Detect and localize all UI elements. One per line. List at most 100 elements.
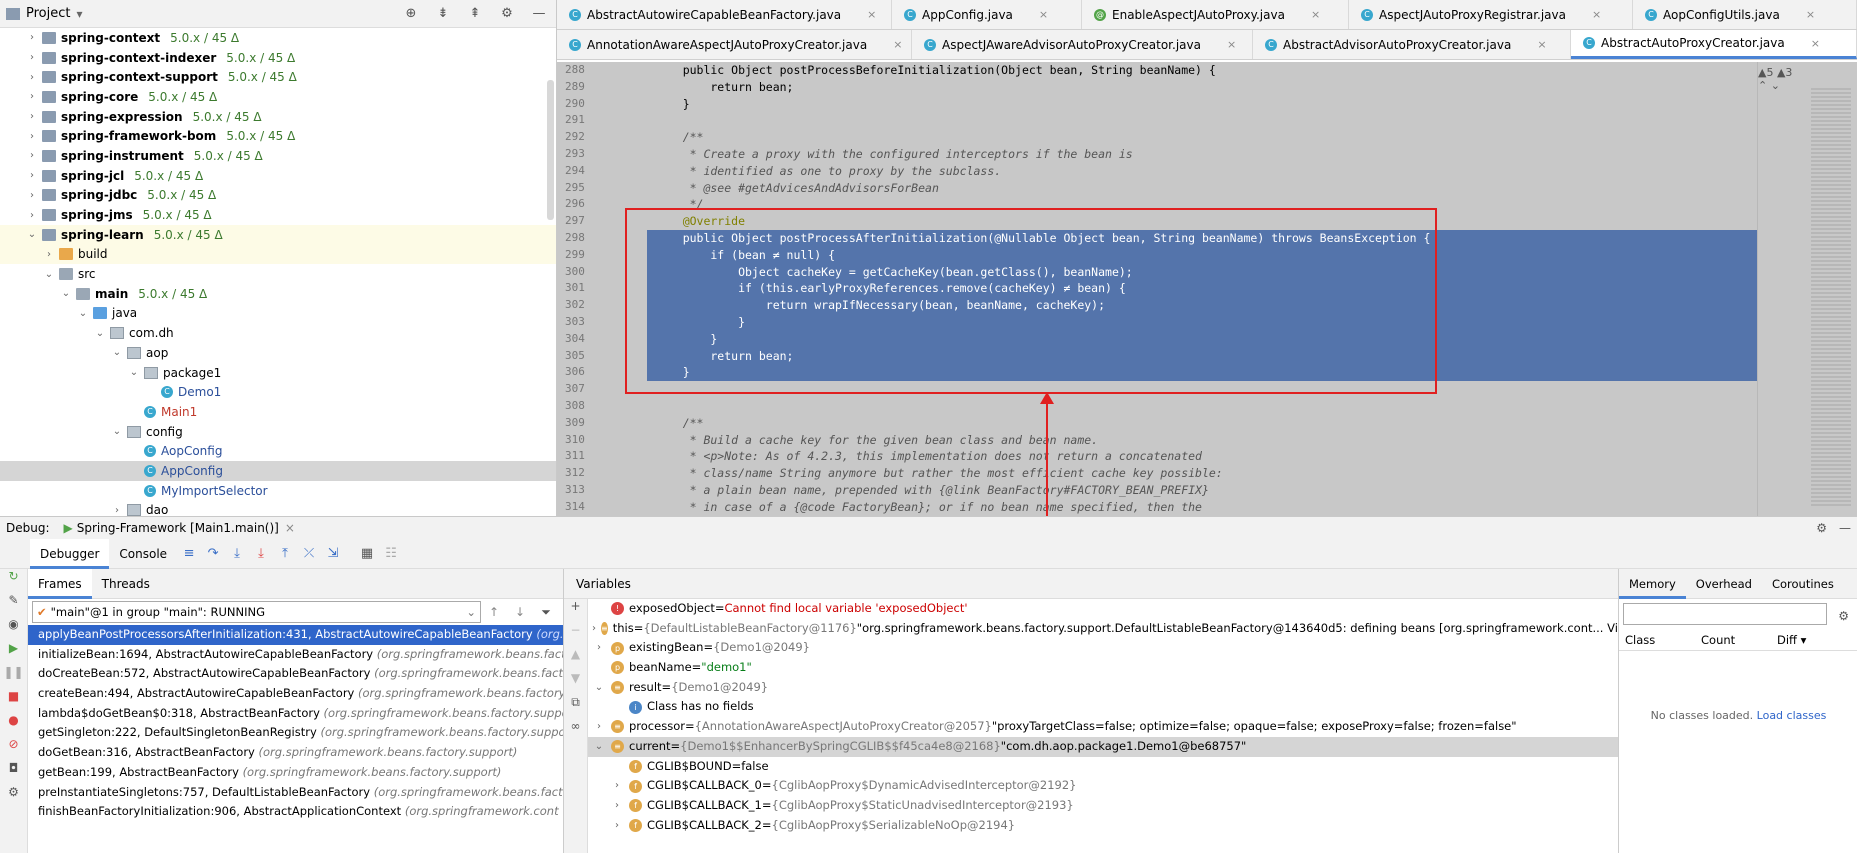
tree-item[interactable]: ⌄ config — [0, 422, 556, 442]
variable-row[interactable]: › f CGLIB$CALLBACK_2 = {CglibAopProxy$Seri… — [588, 816, 1618, 836]
view-breakpoints-icon[interactable]: ● — [0, 713, 27, 737]
expand-toggle-icon[interactable]: › — [610, 776, 624, 796]
tree-item[interactable]: › spring-context 5.0.x / 45 Δ — [0, 28, 556, 48]
tree-item[interactable]: C Main1 — [0, 402, 556, 422]
tree-item[interactable]: › spring-instrument 5.0.x / 45 Δ — [0, 146, 556, 166]
variable-row[interactable]: › f CGLIB$CALLBACK_0 = {CglibAopProxy$Dyna… — [588, 776, 1618, 796]
stack-frame[interactable]: finishBeanFactoryInitialization:906, Abs… — [28, 802, 563, 822]
trace-icon[interactable]: ☷ — [379, 546, 403, 561]
tree-item[interactable]: C MyImportSelector — [0, 481, 556, 501]
col-diff[interactable]: Diff ▾ — [1771, 629, 1806, 650]
pause-icon[interactable]: ❚❚ — [0, 665, 27, 689]
tab-frames[interactable]: Frames — [28, 568, 92, 599]
stop-icon[interactable]: ■ — [0, 689, 27, 713]
chevron-icon[interactable]: › — [25, 52, 39, 63]
code-line[interactable]: } — [647, 96, 1757, 113]
code-line[interactable]: /** — [647, 415, 1757, 432]
code-line[interactable]: * a plain bean name, prepended with {@li… — [647, 482, 1757, 499]
resume-icon[interactable]: ▶ — [0, 641, 27, 665]
editor-tab[interactable]: C AppConfig.java × — [892, 0, 1082, 29]
stack-frame[interactable]: doCreateBean:572, AbstractAutowireCapabl… — [28, 664, 563, 684]
code-line[interactable]: public Object postProcessBeforeInitializ… — [647, 62, 1757, 79]
expand-toggle-icon[interactable]: › — [592, 638, 606, 658]
tree-item[interactable]: ⌄ main 5.0.x / 45 Δ — [0, 284, 556, 304]
editor-tab[interactable]: C AnnotationAwareAspectJAutoProxyCreator.… — [557, 30, 912, 59]
tab-overhead[interactable]: Overhead — [1686, 569, 1762, 599]
editor-tab[interactable]: @ EnableAspectJAutoProxy.java × — [1082, 0, 1349, 29]
code-line[interactable]: return bean; — [647, 79, 1757, 96]
chevron-icon[interactable]: › — [25, 190, 39, 201]
stack-frame[interactable]: getBean:199, AbstractBeanFactory (org.sp… — [28, 763, 563, 783]
expand-toggle-icon[interactable]: › — [610, 816, 624, 836]
project-title[interactable]: Project — [26, 6, 70, 21]
move-down-icon[interactable]: ▼ — [564, 671, 587, 695]
camera-icon[interactable]: ◘ — [0, 761, 27, 785]
debug-session-tab[interactable]: Spring-Framework [Main1.main()] — [77, 521, 279, 535]
stack-frame[interactable]: getSingleton:222, DefaultSingletonBeanRe… — [28, 723, 563, 743]
stack-frame[interactable]: preInstantiateSingletons:757, DefaultLis… — [28, 783, 563, 803]
glasses-icon[interactable]: ∞ — [564, 719, 587, 743]
tree-item[interactable]: ⌄ src — [0, 264, 556, 284]
tree-item[interactable]: ⌄ java — [0, 304, 556, 324]
chevron-icon[interactable]: ⌄ — [110, 347, 124, 358]
load-classes-link[interactable]: Load classes — [1757, 709, 1827, 722]
tab-console[interactable]: Console — [109, 539, 177, 569]
step-into-icon[interactable]: ⤓ — [225, 546, 249, 561]
gear-icon[interactable]: ⚙ — [1816, 521, 1827, 535]
col-count[interactable]: Count — [1695, 629, 1771, 650]
chevron-icon[interactable]: ⌄ — [76, 308, 90, 319]
thread-dropdown[interactable]: ✔ "main"@1 in group "main": RUNNING ⌄ — [32, 601, 481, 623]
evaluate-icon[interactable]: ▦ — [355, 546, 379, 561]
minimize-icon[interactable]: — — [528, 6, 550, 21]
chevron-icon[interactable]: ⌄ — [110, 426, 124, 437]
chevron-icon[interactable]: › — [25, 72, 39, 83]
tree-item[interactable]: › spring-jdbc 5.0.x / 45 Δ — [0, 186, 556, 206]
tree-item[interactable]: › spring-expression 5.0.x / 45 Δ — [0, 107, 556, 127]
memory-search-input[interactable] — [1623, 603, 1827, 625]
step-over-icon[interactable]: ↷ — [201, 546, 225, 561]
code-line[interactable]: * <p>Note: As of 4.2.3, this implementat… — [647, 448, 1757, 465]
chevron-icon[interactable]: › — [25, 111, 39, 122]
editor-tab[interactable]: C AbstractAutowireCapableBeanFactory.java… — [557, 0, 892, 29]
chevron-icon[interactable]: › — [25, 170, 39, 181]
close-icon[interactable]: × — [1039, 8, 1048, 21]
editor-tab[interactable]: C AspectJAutoProxyRegistrar.java × — [1349, 0, 1633, 29]
filter-icon[interactable]: ⏷ — [533, 605, 559, 620]
tree-item[interactable]: ⌄ aop — [0, 343, 556, 363]
editor-tab[interactable]: C AbstractAdvisorAutoProxyCreator.java × — [1253, 30, 1571, 59]
variable-row[interactable]: › ≡ this = {DefaultListableBeanFactory@117… — [588, 619, 1618, 639]
chevron-icon[interactable]: ⌄ — [93, 328, 107, 339]
eye-icon[interactable]: ◉ — [0, 617, 27, 641]
arrow-down-icon[interactable]: ↓ — [507, 605, 533, 619]
close-icon[interactable]: × — [1592, 8, 1601, 21]
add-watch-icon[interactable]: + — [564, 599, 587, 623]
rerun-icon[interactable]: ↻ — [0, 569, 27, 593]
code-line[interactable] — [647, 112, 1757, 129]
variable-row[interactable]: ⌄ ≡ current = {Demo1$$EnhancerBySpringCGLI… — [588, 736, 1618, 757]
run-to-cursor-icon[interactable]: ⇲ — [321, 546, 345, 561]
arrow-up-icon[interactable]: ↑ — [481, 605, 507, 619]
tree-item[interactable]: C AppConfig — [0, 461, 556, 481]
gear-icon[interactable]: ⚙ — [1838, 609, 1849, 623]
variable-row[interactable]: ⌄ ≡ result = {Demo1@2049} — [588, 678, 1618, 698]
show-execution-point-icon[interactable]: ≡ — [177, 546, 201, 561]
close-icon[interactable]: × — [893, 38, 902, 51]
stack-frame[interactable]: lambda$doGetBean$0:318, AbstractBeanFact… — [28, 704, 563, 724]
expand-toggle-icon[interactable]: › — [610, 796, 624, 816]
expand-toggle-icon[interactable]: › — [592, 717, 606, 737]
stack-frame[interactable]: initializeBean:1694, AbstractAutowireCap… — [28, 645, 563, 665]
close-icon[interactable]: × — [1806, 8, 1815, 21]
tree-scrollbar[interactable] — [547, 80, 554, 220]
editor-tab[interactable]: C AspectJAwareAdvisorAutoProxyCreator.jav… — [912, 30, 1253, 59]
collapse-all-icon[interactable]: ⇞ — [464, 6, 486, 21]
chevron-icon[interactable]: ⌄ — [25, 229, 39, 240]
close-icon[interactable]: × — [1311, 8, 1320, 21]
tree-item[interactable]: ⌄ com.dh — [0, 323, 556, 343]
minimize-icon[interactable]: — — [1839, 521, 1851, 535]
stack-frame[interactable]: doGetBean:316, AbstractBeanFactory (org.… — [28, 743, 563, 763]
inspection-widget[interactable]: ▲5 ▲3 ⌃ ⌄ — [1758, 66, 1797, 92]
tree-item[interactable]: › spring-context-support 5.0.x / 45 Δ — [0, 67, 556, 87]
tree-item[interactable]: › spring-jms 5.0.x / 45 Δ — [0, 205, 556, 225]
expand-toggle-icon[interactable]: ⌄ — [592, 737, 606, 757]
code-line[interactable] — [647, 398, 1757, 415]
